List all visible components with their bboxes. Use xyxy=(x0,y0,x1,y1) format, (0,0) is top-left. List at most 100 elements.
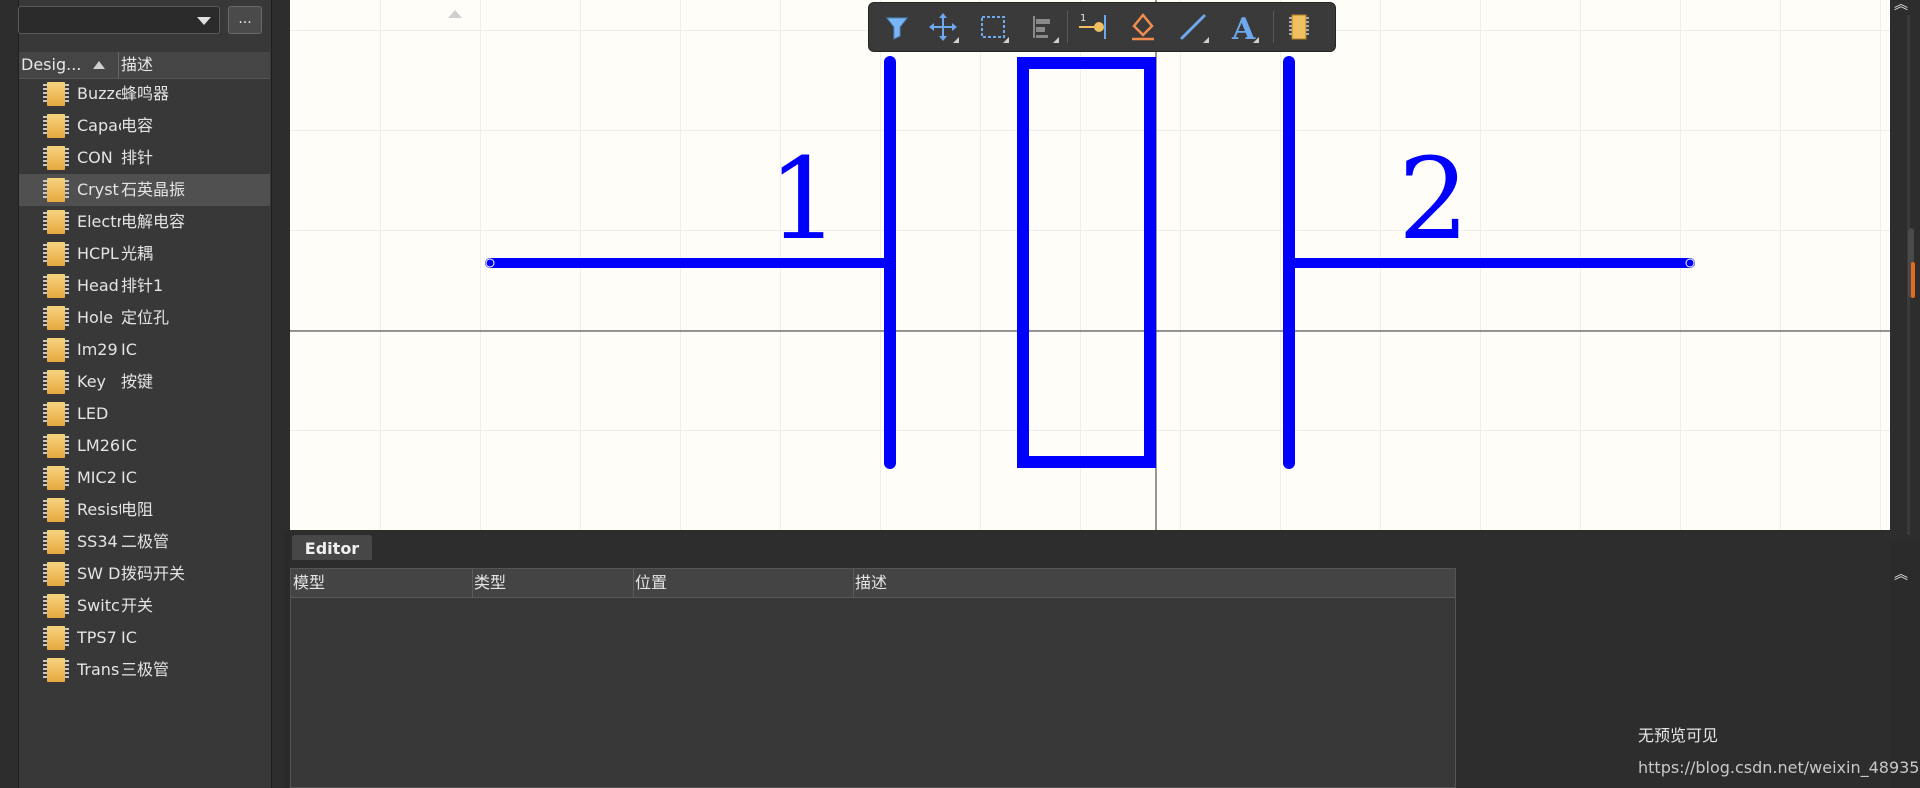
component-description: IC xyxy=(121,468,137,487)
vertical-scrollbar[interactable] xyxy=(1890,0,1920,540)
library-component-row[interactable]: Buzze 蜂鸣器 xyxy=(19,78,270,110)
toolbar-separator xyxy=(1067,11,1068,43)
component-description: 拨码开关 xyxy=(121,564,186,583)
component-description: 电容 xyxy=(121,116,154,135)
library-selector-dropdown[interactable] xyxy=(18,6,220,34)
library-component-row[interactable]: Hole 定位孔 xyxy=(19,302,270,334)
column-header-type[interactable]: 类型 xyxy=(474,569,506,597)
component-description: IC xyxy=(121,340,137,359)
library-component-row[interactable]: Switcl 开关 xyxy=(19,590,270,622)
component-chip-icon xyxy=(43,594,69,618)
component-chip-icon xyxy=(43,466,69,490)
component-designator: TPS7 xyxy=(77,628,117,647)
component-chip-icon xyxy=(43,210,69,234)
component-chip-icon xyxy=(43,242,69,266)
component-designator: Capac xyxy=(77,116,121,135)
place-pin-button[interactable]: 1 xyxy=(1075,9,1111,45)
sort-ascending-icon[interactable] xyxy=(93,61,105,69)
library-component-row[interactable]: TPS7 IC xyxy=(19,622,270,654)
models-grid[interactable] xyxy=(290,568,1456,788)
component-designator: MIC2 xyxy=(77,468,117,487)
library-component-row[interactable]: MIC2 IC xyxy=(19,462,270,494)
models-grid-header: 模型 类型 位置 描述 xyxy=(291,569,1455,598)
column-divider[interactable] xyxy=(472,569,473,597)
no-preview-text: 无预览可见 xyxy=(1638,726,1719,745)
library-component-row[interactable]: CON 排针 xyxy=(19,142,270,174)
place-ieee-icon xyxy=(1132,13,1154,41)
component-description: 排针 xyxy=(121,148,154,167)
place-line-button[interactable] xyxy=(1175,9,1211,45)
library-component-row[interactable]: Resist 电阻 xyxy=(19,494,270,526)
align-button[interactable] xyxy=(1025,9,1061,45)
move-button[interactable] xyxy=(925,9,961,45)
library-component-row[interactable]: Capac电容 xyxy=(19,110,270,142)
library-list-header: Desig... 描述 xyxy=(19,52,270,79)
component-designator: Im29 xyxy=(77,340,118,359)
column-header-description[interactable]: 描述 xyxy=(121,52,261,78)
library-component-row[interactable]: Cryst 石英晶振 xyxy=(19,174,270,206)
component-designator: HCPL xyxy=(77,244,119,263)
library-component-row[interactable]: SS34 二极管 xyxy=(19,526,270,558)
component-designator: CON xyxy=(77,148,113,167)
scrollbar-position-marker xyxy=(1911,262,1915,298)
editor-tab-bar xyxy=(290,530,1890,560)
collapse-up-icon[interactable]: ︽ xyxy=(1891,566,1911,584)
column-header-location[interactable]: 位置 xyxy=(635,569,667,597)
component-chip-icon xyxy=(43,274,69,298)
component-chip-icon xyxy=(43,434,69,458)
component-chip-icon xyxy=(43,146,69,170)
component-designator: Switcl xyxy=(77,596,121,615)
column-header-model[interactable]: 模型 xyxy=(293,569,325,597)
crystal-symbol[interactable]: 1 2 xyxy=(290,0,1890,530)
library-component-row[interactable]: Im29 IC xyxy=(19,334,270,366)
component-designator: Head xyxy=(77,276,119,295)
component-chip-icon xyxy=(43,370,69,394)
component-designator: Electr xyxy=(77,212,121,231)
component-chip-icon xyxy=(43,562,69,586)
component-description: 开关 xyxy=(121,596,154,615)
component-designator: Buzze xyxy=(77,84,121,103)
column-divider[interactable] xyxy=(853,569,854,597)
library-component-row[interactable]: Head 排针1 xyxy=(19,270,270,302)
dropdown-corner-icon xyxy=(1003,37,1009,43)
sort-ascending-icon[interactable] xyxy=(448,10,462,18)
component-description: 按键 xyxy=(121,372,154,391)
select-button[interactable] xyxy=(975,9,1011,45)
component-designator: LED xyxy=(77,404,109,423)
place-text-button[interactable]: A xyxy=(1225,9,1261,45)
library-browse-button[interactable]: ... xyxy=(228,6,262,34)
filter-icon xyxy=(885,17,909,40)
component-chip-icon xyxy=(43,82,69,106)
component-chip-icon xyxy=(43,498,69,522)
component-chip-icon xyxy=(43,626,69,650)
column-divider[interactable] xyxy=(633,569,634,597)
library-component-row[interactable]: LM26 IC xyxy=(19,430,270,462)
filter-button[interactable] xyxy=(879,9,915,45)
chevron-down-icon xyxy=(197,17,211,25)
component-designator: SW D xyxy=(77,564,121,583)
column-divider[interactable] xyxy=(118,52,119,78)
dropdown-corner-icon xyxy=(1053,37,1059,43)
component-description: 三极管 xyxy=(121,660,170,679)
library-component-row[interactable]: HCPL 光耦 xyxy=(19,238,270,270)
library-component-row[interactable]: Electr 电解电容 xyxy=(19,206,270,238)
schematic-canvas[interactable]: 1 2 xyxy=(290,0,1890,530)
tab-editor[interactable]: Editor xyxy=(292,535,372,561)
component-chip-icon xyxy=(43,402,69,426)
component-icon xyxy=(1289,14,1309,40)
library-component-row[interactable]: Trans 三极管 xyxy=(19,654,270,686)
library-component-row[interactable]: Key 按键 xyxy=(19,366,270,398)
component-designator: Resist xyxy=(77,500,121,519)
component-description: IC xyxy=(121,628,137,647)
library-component-row[interactable]: LED xyxy=(19,398,270,430)
library-component-row[interactable]: SW D 拨码开关 xyxy=(19,558,270,590)
column-header-description[interactable]: 描述 xyxy=(855,569,887,597)
component-chip-icon xyxy=(43,338,69,362)
component-button[interactable] xyxy=(1281,9,1317,45)
component-description: 蜂鸣器 xyxy=(121,84,170,103)
collapse-up-icon[interactable]: ︽ xyxy=(1891,0,1911,14)
component-description: 光耦 xyxy=(121,244,154,263)
component-description: 排针1 xyxy=(121,276,164,295)
component-designator: LM26 xyxy=(77,436,121,455)
place-ieee-button[interactable] xyxy=(1125,9,1161,45)
